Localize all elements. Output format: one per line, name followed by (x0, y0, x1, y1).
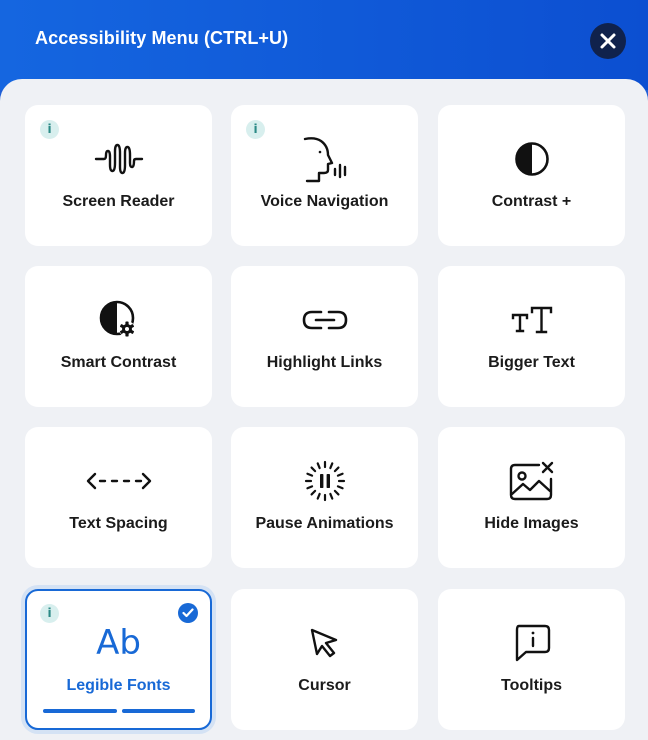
tile-bigger-text[interactable]: Bigger Text (438, 266, 625, 407)
contrast-icon (514, 142, 549, 176)
check-badge (178, 603, 198, 623)
tile-label: Legible Fonts (66, 677, 171, 694)
menu-title: Accessibility Menu (CTRL+U) (35, 28, 289, 48)
close-button[interactable] (590, 23, 626, 59)
tile-label: Cursor (298, 677, 351, 694)
link-icon (302, 310, 347, 330)
tile-label: Text Spacing (69, 515, 168, 532)
tile-text-spacing[interactable]: Text Spacing (25, 427, 212, 568)
tile-label: Pause Animations (255, 515, 394, 532)
font-ab-icon: Ab (96, 623, 141, 663)
horizontal-arrows-icon (86, 472, 151, 490)
tile-screen-reader[interactable]: i Screen Reader (25, 105, 212, 246)
text-size-icon (511, 306, 552, 334)
tile-pause-animations[interactable]: Pause Animations (231, 427, 418, 568)
pause-circle-icon (304, 460, 345, 502)
speaking-head-icon (303, 137, 346, 183)
info-badge[interactable]: i (40, 120, 59, 139)
tile-label: Bigger Text (488, 354, 575, 371)
checkmark-icon (182, 608, 194, 618)
cursor-icon (310, 628, 337, 658)
tile-label: Hide Images (484, 515, 579, 532)
image-off-icon (509, 461, 553, 501)
tile-cursor[interactable]: Cursor (231, 589, 418, 730)
sound-wave-icon (94, 143, 143, 175)
tile-label: Tooltips (500, 677, 563, 694)
info-badge[interactable]: i (40, 604, 59, 623)
tile-label: Screen Reader (62, 193, 175, 210)
tile-label: Contrast + (491, 193, 572, 210)
tile-label: Voice Navigation (260, 193, 389, 210)
tile-label: Smart Contrast (60, 354, 177, 371)
tile-hide-images[interactable]: Hide Images (438, 427, 625, 568)
tooltip-icon (515, 624, 550, 662)
close-icon (600, 33, 616, 49)
tile-voice-navigation[interactable]: i Voice Navigation (231, 105, 418, 246)
menu-header: Accessibility Menu (CTRL+U) (0, 0, 648, 90)
tile-legible-fonts[interactable]: i Ab Legible Fonts (25, 589, 212, 730)
tile-smart-contrast[interactable]: Smart Contrast (25, 266, 212, 407)
level-segment (43, 709, 117, 713)
tile-contrast-plus[interactable]: Contrast + (438, 105, 625, 246)
tile-highlight-links[interactable]: Highlight Links (231, 266, 418, 407)
level-indicator (43, 709, 195, 713)
tile-tooltips[interactable]: Tooltips (438, 589, 625, 730)
tile-label: Highlight Links (266, 354, 383, 371)
level-segment (121, 709, 195, 713)
features-panel: i Screen Reader i Voice Navigation Contr… (0, 79, 648, 740)
contrast-gear-icon (99, 300, 135, 337)
